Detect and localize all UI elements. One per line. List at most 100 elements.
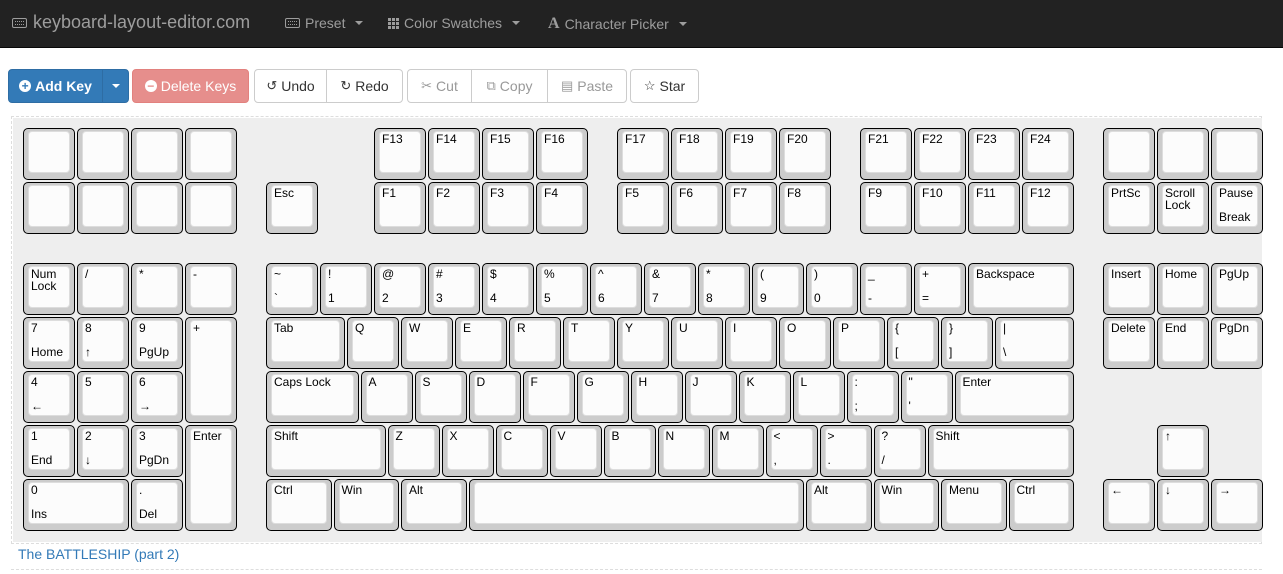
key-r0-15[interactable]: F24: [1022, 128, 1074, 180]
key-r0-0[interactable]: [23, 128, 75, 180]
key-main-r1-1[interactable]: ! 1: [320, 263, 372, 315]
paste-button[interactable]: ▤ Paste: [547, 69, 627, 103]
key-numpad-14[interactable]: Enter: [185, 425, 237, 531]
key-numpad-12[interactable]: 2 ↓: [77, 425, 129, 477]
key-r0-6[interactable]: F15: [482, 128, 534, 180]
key-numpad-15[interactable]: 0 Ins: [23, 479, 129, 531]
key-r1-16[interactable]: F12: [1022, 182, 1074, 234]
key-main-r4-3[interactable]: C: [495, 425, 548, 477]
key-r1-8[interactable]: F4: [536, 182, 588, 234]
key-main-r4-1[interactable]: Z: [387, 425, 440, 477]
key-r1-18[interactable]: Scroll Lock: [1157, 182, 1209, 234]
key-main-r4-7[interactable]: M: [711, 425, 764, 477]
key-main-r5-0[interactable]: Ctrl: [266, 479, 332, 531]
key-nav-9[interactable]: →: [1211, 479, 1263, 531]
key-main-r3-7[interactable]: J: [684, 371, 737, 423]
key-nav-7[interactable]: ←: [1103, 479, 1155, 531]
copy-button[interactable]: ⧉ Copy: [471, 69, 548, 103]
key-r1-17[interactable]: PrtSc: [1103, 182, 1155, 234]
key-main-r2-8[interactable]: I: [725, 317, 777, 369]
key-r1-14[interactable]: F10: [914, 182, 966, 234]
key-r1-6[interactable]: F2: [428, 182, 480, 234]
key-r0-12[interactable]: F21: [860, 128, 912, 180]
key-main-r3-8[interactable]: K: [738, 371, 791, 423]
key-main-r1-4[interactable]: $4: [482, 263, 534, 315]
preset-menu[interactable]: Preset: [285, 15, 364, 31]
key-main-r3-4[interactable]: F: [522, 371, 575, 423]
key-numpad-10[interactable]: 6 →: [131, 371, 183, 423]
key-r0-17[interactable]: [1157, 128, 1209, 180]
key-main-r3-2[interactable]: S: [414, 371, 467, 423]
key-main-r2-13[interactable]: | \: [995, 317, 1074, 369]
key-main-r3-10[interactable]: :;: [846, 371, 899, 423]
key-r1-19[interactable]: Pause Break: [1211, 182, 1263, 234]
key-main-r3-6[interactable]: H: [630, 371, 683, 423]
key-main-r2-11[interactable]: {[: [887, 317, 939, 369]
key-r0-14[interactable]: F23: [968, 128, 1020, 180]
key-numpad-9[interactable]: 5: [77, 371, 129, 423]
key-main-r1-3[interactable]: #3: [428, 263, 480, 315]
key-r0-8[interactable]: F17: [617, 128, 669, 180]
key-numpad-3[interactable]: -: [185, 263, 237, 315]
key-numpad-0[interactable]: Num Lock: [23, 263, 75, 315]
key-main-r4-6[interactable]: N: [657, 425, 710, 477]
key-main-r5-4[interactable]: Alt: [806, 479, 872, 531]
key-main-r2-10[interactable]: P: [833, 317, 885, 369]
redo-button[interactable]: ↻ Redo: [326, 69, 403, 103]
key-r0-3[interactable]: [185, 128, 237, 180]
key-main-r4-11[interactable]: Shift: [927, 425, 1074, 477]
key-nav-8[interactable]: ↓: [1157, 479, 1209, 531]
key-main-r3-3[interactable]: D: [468, 371, 521, 423]
key-nav-4[interactable]: End: [1157, 317, 1209, 369]
key-main-r5-2[interactable]: Alt: [401, 479, 467, 531]
key-main-r5-5[interactable]: Win: [873, 479, 939, 531]
key-numpad-16[interactable]: . Del: [131, 479, 183, 531]
key-r1-2[interactable]: [131, 182, 183, 234]
key-main-r2-12[interactable]: }]: [941, 317, 993, 369]
key-main-r2-9[interactable]: O: [779, 317, 831, 369]
key-r1-7[interactable]: F3: [482, 182, 534, 234]
cut-button[interactable]: ✂ Cut: [407, 69, 472, 103]
key-r1-13[interactable]: F9: [860, 182, 912, 234]
key-main-r3-0[interactable]: Caps Lock: [266, 371, 359, 423]
key-numpad-5[interactable]: 8 ↑: [77, 317, 129, 369]
key-r0-16[interactable]: [1103, 128, 1155, 180]
key-r0-4[interactable]: F13: [374, 128, 426, 180]
key-main-r4-4[interactable]: V: [549, 425, 602, 477]
key-numpad-13[interactable]: 3 PgDn: [131, 425, 183, 477]
key-r1-1[interactable]: [77, 182, 129, 234]
key-r1-11[interactable]: F7: [725, 182, 777, 234]
key-main-r3-12[interactable]: Enter: [954, 371, 1074, 423]
key-main-r5-3[interactable]: [468, 479, 804, 531]
key-main-r4-8[interactable]: <,: [765, 425, 818, 477]
key-nav-3[interactable]: Delete: [1103, 317, 1155, 369]
key-main-r2-7[interactable]: U: [671, 317, 723, 369]
key-main-r1-11[interactable]: _ -: [860, 263, 912, 315]
key-main-r3-11[interactable]: " ': [900, 371, 953, 423]
key-main-r2-2[interactable]: W: [401, 317, 453, 369]
undo-button[interactable]: ↺ Undo: [254, 69, 327, 103]
key-r0-18[interactable]: [1211, 128, 1263, 180]
key-r0-5[interactable]: F14: [428, 128, 480, 180]
key-numpad-6[interactable]: 9 PgUp: [131, 317, 183, 369]
key-nav-6[interactable]: ↑: [1157, 425, 1209, 477]
key-numpad-4[interactable]: 7 Home: [23, 317, 75, 369]
key-main-r1-12[interactable]: + =: [914, 263, 966, 315]
key-main-r2-5[interactable]: T: [563, 317, 615, 369]
brand-link[interactable]: keyboard-layout-editor.com: [12, 12, 250, 33]
layout-name[interactable]: The BATTLESHIP (part 2): [18, 546, 179, 562]
character-picker-menu[interactable]: A Character Picker: [548, 15, 687, 33]
key-r0-1[interactable]: [77, 128, 129, 180]
key-main-r4-10[interactable]: ? /: [873, 425, 926, 477]
key-main-r5-1[interactable]: Win: [333, 479, 399, 531]
key-r1-5[interactable]: F1: [374, 182, 426, 234]
key-main-r1-13[interactable]: Backspace: [968, 263, 1074, 315]
key-nav-2[interactable]: PgUp: [1211, 263, 1263, 315]
key-r0-10[interactable]: F19: [725, 128, 777, 180]
key-main-r1-8[interactable]: * 8: [698, 263, 750, 315]
key-main-r1-7[interactable]: & 7: [644, 263, 696, 315]
add-key-button[interactable]: + Add Key: [8, 69, 103, 103]
key-main-r4-2[interactable]: X: [441, 425, 494, 477]
key-nav-5[interactable]: PgDn: [1211, 317, 1263, 369]
key-r1-12[interactable]: F8: [779, 182, 831, 234]
